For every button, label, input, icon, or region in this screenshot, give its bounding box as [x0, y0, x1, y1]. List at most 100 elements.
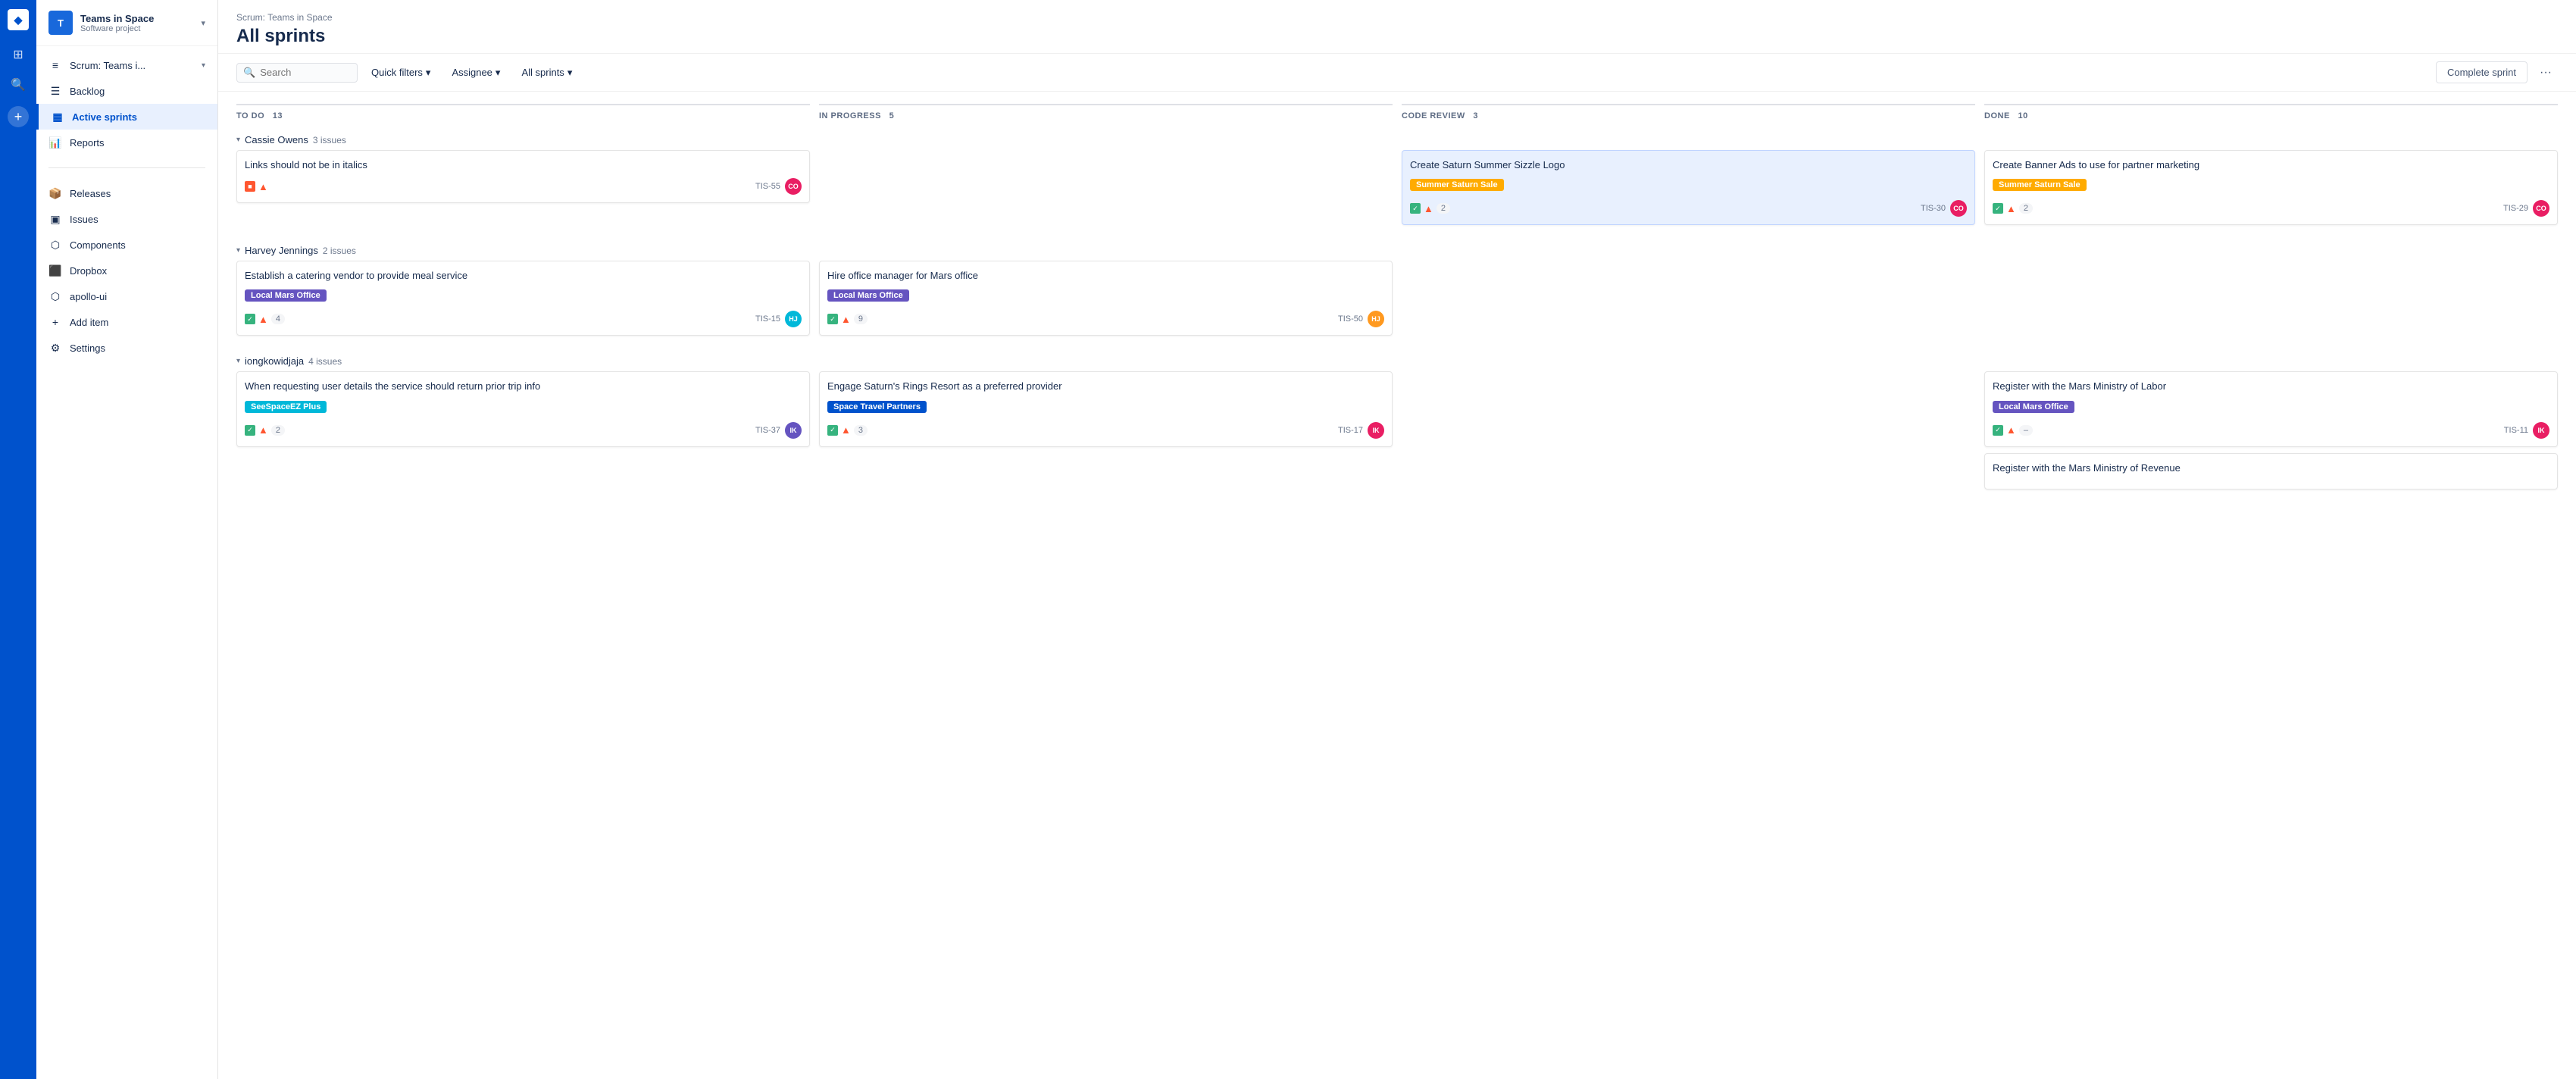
card-tis-15[interactable]: Establish a catering vendor to provide m…	[236, 261, 810, 336]
project-name: Teams in Space	[80, 13, 193, 24]
story-type-icon: ✓	[827, 425, 838, 436]
all-sprints-label: All sprints	[521, 67, 564, 78]
col-header-todo: TO DO 13	[236, 104, 810, 130]
project-chevron-icon: ▾	[201, 18, 205, 28]
sidebar-scrum-label: Scrum: Teams i...	[70, 60, 194, 71]
group-header-iong[interactable]: ▾ iongkowidjaja 4 issues	[236, 351, 2558, 371]
harvey-codereview-col	[1402, 261, 1975, 342]
card-footer: ✓ ▲ 2 TIS-37 IK	[245, 422, 802, 439]
nav-search-icon[interactable]: 🔍	[6, 73, 30, 97]
sidebar-item-add[interactable]: + Add item	[36, 309, 217, 335]
card-footer: ■ ▲ TIS-55 CO	[245, 178, 802, 195]
toolbar: 🔍 Quick filters ▾ Assignee ▾ All sprints…	[218, 54, 2576, 92]
card-tag: SeeSpaceEZ Plus	[245, 401, 327, 413]
col-header-inprogress: IN PROGRESS 5	[819, 104, 1393, 130]
sidebar-item-active-sprints[interactable]: ▦ Active sprints	[36, 104, 217, 130]
sidebar-item-reports[interactable]: 📊 Reports	[36, 130, 217, 155]
card-tis-37[interactable]: When requesting user details the service…	[236, 371, 810, 446]
breadcrumb: Scrum: Teams in Space	[236, 12, 2558, 23]
cassie-inprogress-col	[819, 150, 1393, 231]
sidebar-components-label: Components	[70, 239, 205, 251]
story-points: –	[2019, 425, 2033, 436]
group-chevron-icon: ▾	[236, 246, 240, 255]
card-footer-right: TIS-37 IK	[755, 422, 802, 439]
project-avatar: T	[48, 11, 73, 35]
project-header[interactable]: T Teams in Space Software project ▾	[36, 0, 217, 46]
sidebar-item-settings[interactable]: ⚙ Settings	[36, 335, 217, 361]
app-logo[interactable]: ◆	[8, 9, 29, 30]
card-footer: ✓ ▲ 4 TIS-15 HJ	[245, 311, 802, 327]
card-tis-50[interactable]: Hire office manager for Mars office Loca…	[819, 261, 1393, 336]
sidebar-item-apollo-ui[interactable]: ⬡ apollo-ui	[36, 283, 217, 309]
card-tis-29[interactable]: Create Banner Ads to use for partner mar…	[1984, 150, 2558, 225]
card-tag: Local Mars Office	[245, 289, 327, 302]
sidebar-divider	[48, 167, 205, 168]
dropbox-icon: ⬛	[48, 264, 62, 277]
add-icon: +	[48, 315, 62, 329]
ticket-id: TIS-30	[1921, 204, 1946, 213]
ticket-id: TIS-55	[755, 182, 780, 191]
story-points: 3	[854, 425, 868, 436]
card-title: Register with the Mars Ministry of Labor	[1993, 380, 2549, 393]
card-footer-right: TIS-30 CO	[1921, 200, 1967, 217]
priority-icon: ▲	[841, 314, 851, 325]
all-sprints-button[interactable]: All sprints ▾	[514, 63, 580, 83]
apollo-icon: ⬡	[48, 289, 62, 303]
ticket-id: TIS-17	[1338, 426, 1363, 435]
sidebar-item-dropbox[interactable]: ⬛ Dropbox	[36, 258, 217, 283]
avatar: HJ	[785, 311, 802, 327]
harvey-todo-col: Establish a catering vendor to provide m…	[236, 261, 810, 342]
card-tag: Space Travel Partners	[827, 401, 927, 413]
group-count-cassie: 3 issues	[313, 135, 346, 145]
card-tag: Summer Saturn Sale	[1993, 179, 2087, 191]
complete-sprint-button[interactable]: Complete sprint	[2436, 61, 2528, 83]
sidebar-add-label: Add item	[70, 317, 205, 328]
group-cassie-owens: ▾ Cassie Owens 3 issues Links should not…	[236, 130, 2558, 231]
card-meta: ✓ ▲ –	[1993, 424, 2033, 436]
iong-codereview-col	[1402, 371, 1975, 495]
card-tag: Summer Saturn Sale	[1410, 179, 1504, 191]
scrum-icon: ≡	[48, 58, 62, 72]
card-tis-17[interactable]: Engage Saturn's Rings Resort as a prefer…	[819, 371, 1393, 446]
card-meta: ✓ ▲ 3	[827, 424, 868, 436]
iong-inprogress-col: Engage Saturn's Rings Resort as a prefer…	[819, 371, 1393, 495]
sidebar-item-components[interactable]: ⬡ Components	[36, 232, 217, 258]
avatar: IK	[1368, 422, 1384, 439]
story-points: 9	[854, 314, 868, 324]
quick-filters-button[interactable]: Quick filters ▾	[364, 63, 438, 83]
card-meta: ✓ ▲ 2	[1993, 203, 2033, 214]
nav-home-icon[interactable]: ⊞	[6, 42, 30, 67]
sidebar-item-backlog[interactable]: ☰ Backlog	[36, 78, 217, 104]
avatar: CO	[2533, 200, 2549, 217]
group-count-harvey: 2 issues	[323, 246, 356, 256]
sidebar-item-scrum[interactable]: ≡ Scrum: Teams i... ▾	[36, 52, 217, 78]
reports-icon: 📊	[48, 136, 62, 149]
sidebar-item-releases[interactable]: 📦 Releases	[36, 180, 217, 206]
sidebar-item-issues[interactable]: ▣ Issues	[36, 206, 217, 232]
ticket-id: TIS-15	[755, 314, 780, 324]
more-options-button[interactable]: ···	[2534, 62, 2558, 83]
card-tis-55[interactable]: Links should not be in italics ■ ▲ TIS-5…	[236, 150, 810, 203]
assignee-button[interactable]: Assignee ▾	[444, 63, 508, 83]
more-icon: ···	[2540, 66, 2552, 79]
group-header-harvey[interactable]: ▾ Harvey Jennings 2 issues	[236, 240, 2558, 261]
group-header-cassie[interactable]: ▾ Cassie Owens 3 issues	[236, 130, 2558, 150]
story-points: 2	[1436, 203, 1450, 214]
card-title: Engage Saturn's Rings Resort as a prefer…	[827, 380, 1384, 393]
card-footer-right: TIS-15 HJ	[755, 311, 802, 327]
card-tis-11[interactable]: Register with the Mars Ministry of Labor…	[1984, 371, 2558, 446]
search-box[interactable]: 🔍	[236, 63, 358, 83]
project-subtitle: Software project	[80, 24, 193, 33]
card-footer-right: TIS-50 HJ	[1338, 311, 1384, 327]
search-input[interactable]	[260, 67, 351, 78]
story-type-icon: ✓	[245, 425, 255, 436]
cassie-codereview-col: Create Saturn Summer Sizzle Logo Summer …	[1402, 150, 1975, 231]
components-icon: ⬡	[48, 238, 62, 252]
priority-icon: ▲	[258, 314, 268, 325]
bug-type-icon: ■	[245, 181, 255, 192]
card-meta: ✓ ▲ 2	[1410, 203, 1450, 214]
story-type-icon: ✓	[1993, 203, 2003, 214]
nav-create-button[interactable]: +	[8, 106, 29, 127]
card-tis-30[interactable]: Create Saturn Summer Sizzle Logo Summer …	[1402, 150, 1975, 225]
card-mars-revenue[interactable]: Register with the Mars Ministry of Reven…	[1984, 453, 2558, 489]
